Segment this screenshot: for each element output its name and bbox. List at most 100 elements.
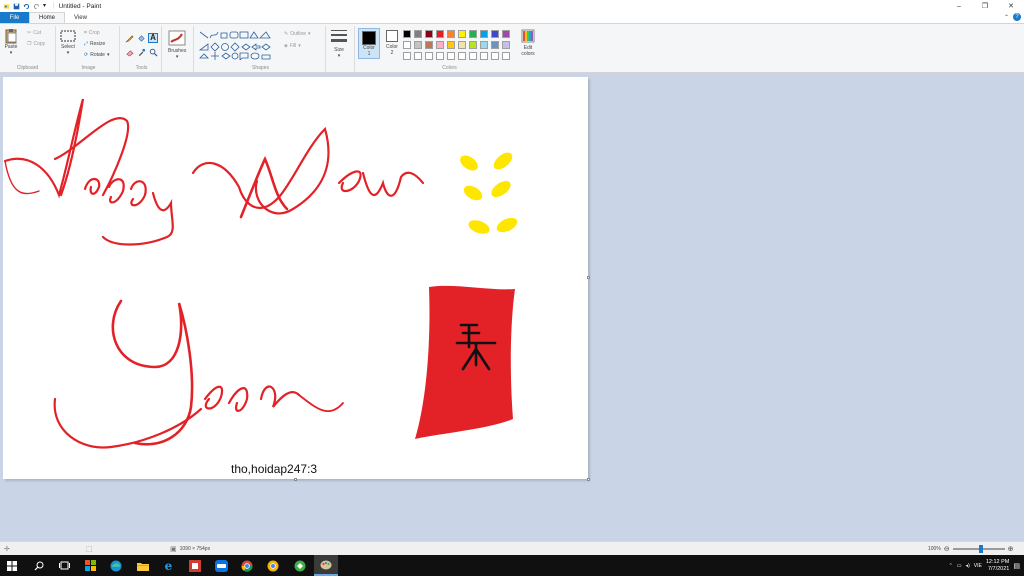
select-button[interactable]: Select ▾ bbox=[60, 30, 76, 56]
fill-button[interactable]: ◈ Fill ▾ bbox=[284, 43, 301, 49]
palette-swatch[interactable] bbox=[491, 30, 499, 38]
edit-colors-button[interactable]: Edit colors bbox=[521, 29, 535, 57]
color2-button[interactable]: Color 2 bbox=[383, 30, 401, 56]
show-hidden-icons-button[interactable]: ⌃ bbox=[949, 563, 953, 569]
taskbar-red-app[interactable] bbox=[187, 558, 202, 573]
cut-button[interactable]: ✂ Cut bbox=[27, 30, 41, 36]
palette-swatch[interactable] bbox=[502, 41, 510, 49]
zoom-slider[interactable] bbox=[952, 544, 1005, 553]
palette-swatch[interactable] bbox=[425, 52, 433, 60]
taskbar-edge-app[interactable] bbox=[108, 558, 123, 573]
select-dropdown-icon: ▾ bbox=[66, 50, 70, 56]
palette-swatch[interactable] bbox=[502, 52, 510, 60]
palette-swatch[interactable] bbox=[469, 30, 477, 38]
outline-button[interactable]: ✎ Outline ▾ bbox=[284, 31, 311, 37]
taskbar-green-app[interactable] bbox=[292, 558, 307, 573]
palette-swatch[interactable] bbox=[491, 52, 499, 60]
eraser-icon[interactable] bbox=[125, 48, 134, 57]
drawing-canvas[interactable]: tho,hoidap247:3 bbox=[3, 77, 590, 481]
color1-button[interactable]: Color 1 bbox=[358, 28, 380, 59]
fill-bucket-icon[interactable] bbox=[137, 34, 146, 43]
palette-swatch[interactable] bbox=[480, 41, 488, 49]
notifications-icon[interactable]: ▤ bbox=[1013, 562, 1020, 570]
volume-icon[interactable]: ◂) bbox=[966, 563, 970, 569]
tab-file[interactable]: File bbox=[0, 12, 29, 23]
palette-swatch[interactable] bbox=[414, 41, 422, 49]
taskbar-ie-app[interactable]: e bbox=[161, 558, 176, 573]
resize-handle-right[interactable] bbox=[587, 276, 590, 279]
crop-icon: ⌗ bbox=[84, 30, 87, 36]
network-icon[interactable]: ▭ bbox=[957, 563, 962, 569]
save-icon[interactable] bbox=[13, 3, 20, 10]
palette-swatch[interactable] bbox=[491, 41, 499, 49]
happy-a-stroke bbox=[83, 177, 101, 195]
color-palette bbox=[403, 30, 523, 64]
zoom-controls: 100% ⊖ ⊕ bbox=[928, 544, 1014, 553]
resize-handle-corner[interactable] bbox=[587, 478, 590, 481]
palette-swatch[interactable] bbox=[469, 41, 477, 49]
task-view-button[interactable] bbox=[57, 558, 72, 573]
palette-swatch[interactable] bbox=[403, 52, 411, 60]
palette-swatch[interactable] bbox=[469, 52, 477, 60]
palette-swatch[interactable] bbox=[502, 30, 510, 38]
palette-swatch[interactable] bbox=[447, 52, 455, 60]
brushes-button[interactable]: Brushes ▾ bbox=[168, 30, 186, 60]
zoom-slider-thumb[interactable] bbox=[978, 544, 983, 553]
palette-swatch[interactable] bbox=[403, 30, 411, 38]
chrome-icon bbox=[240, 560, 253, 572]
palette-swatch[interactable] bbox=[436, 52, 444, 60]
image-dimensions: ▣ 1090 × 754px bbox=[170, 545, 210, 553]
palette-swatch[interactable] bbox=[403, 41, 411, 49]
close-button[interactable]: ✕ bbox=[998, 0, 1024, 12]
new-e-stroke bbox=[337, 170, 362, 193]
palette-swatch[interactable] bbox=[447, 41, 455, 49]
palette-swatch[interactable] bbox=[425, 41, 433, 49]
rotate-button[interactable]: ⟳ Rotate ▾ bbox=[84, 52, 109, 58]
palette-swatch[interactable] bbox=[436, 41, 444, 49]
resize-button[interactable]: ⤢ Resize bbox=[84, 41, 105, 47]
palette-swatch[interactable] bbox=[414, 30, 422, 38]
taskbar-paint-app[interactable] bbox=[314, 555, 338, 576]
collapse-ribbon-icon[interactable]: ⌃ bbox=[1004, 14, 1009, 21]
size-button[interactable]: Size ▾ bbox=[330, 28, 348, 59]
zoom-out-button[interactable]: ⊖ bbox=[944, 545, 950, 553]
palette-swatch[interactable] bbox=[414, 52, 422, 60]
paste-button[interactable]: Paste ▾ bbox=[4, 28, 18, 56]
taskbar-file-explorer-app[interactable] bbox=[135, 558, 150, 573]
palette-swatch[interactable] bbox=[458, 30, 466, 38]
start-button[interactable] bbox=[4, 558, 19, 573]
help-icon[interactable]: ? bbox=[1013, 13, 1021, 21]
customize-qat-icon[interactable]: ▾ bbox=[43, 3, 50, 10]
palette-swatch[interactable] bbox=[436, 30, 444, 38]
copy-button[interactable]: ❐ Copy bbox=[27, 41, 45, 47]
search-button[interactable] bbox=[31, 558, 46, 573]
tab-home[interactable]: Home bbox=[29, 12, 66, 23]
taskbar-chrome-app[interactable] bbox=[239, 558, 254, 573]
undo-icon[interactable] bbox=[23, 3, 30, 10]
maximize-button[interactable]: ❐ bbox=[972, 0, 998, 12]
palette-swatch[interactable] bbox=[480, 52, 488, 60]
color-picker-icon[interactable] bbox=[137, 48, 146, 57]
taskbar-zalo-app[interactable] bbox=[214, 558, 229, 573]
palette-swatch[interactable] bbox=[458, 41, 466, 49]
title-bar: ▾ | Untitled - Paint – ❐ ✕ bbox=[0, 0, 1024, 12]
cursor-position-icon: ✛ bbox=[4, 545, 10, 553]
taskbar-chrome-app-2[interactable] bbox=[265, 558, 280, 573]
palette-swatch[interactable] bbox=[447, 30, 455, 38]
palette-swatch[interactable] bbox=[458, 52, 466, 60]
pencil-icon[interactable] bbox=[125, 34, 134, 43]
shapes-gallery[interactable] bbox=[198, 30, 276, 60]
zoom-in-button[interactable]: ⊕ bbox=[1008, 545, 1014, 553]
minimize-button[interactable]: – bbox=[946, 0, 972, 12]
keyboard-language[interactable]: VIE bbox=[974, 563, 982, 569]
tab-view[interactable]: View bbox=[65, 12, 96, 23]
palette-swatch[interactable] bbox=[425, 30, 433, 38]
redo-icon[interactable] bbox=[33, 3, 40, 10]
crop-button[interactable]: ⌗ Crop bbox=[84, 30, 100, 36]
clock[interactable]: 12:12 PM 7/7/2021 bbox=[986, 559, 1010, 573]
magnifier-icon[interactable] bbox=[149, 48, 158, 57]
taskbar-store-app[interactable] bbox=[83, 558, 98, 573]
palette-swatch[interactable] bbox=[480, 30, 488, 38]
resize-handle-bottom[interactable] bbox=[294, 478, 297, 481]
text-tool-icon[interactable]: A bbox=[148, 33, 158, 43]
